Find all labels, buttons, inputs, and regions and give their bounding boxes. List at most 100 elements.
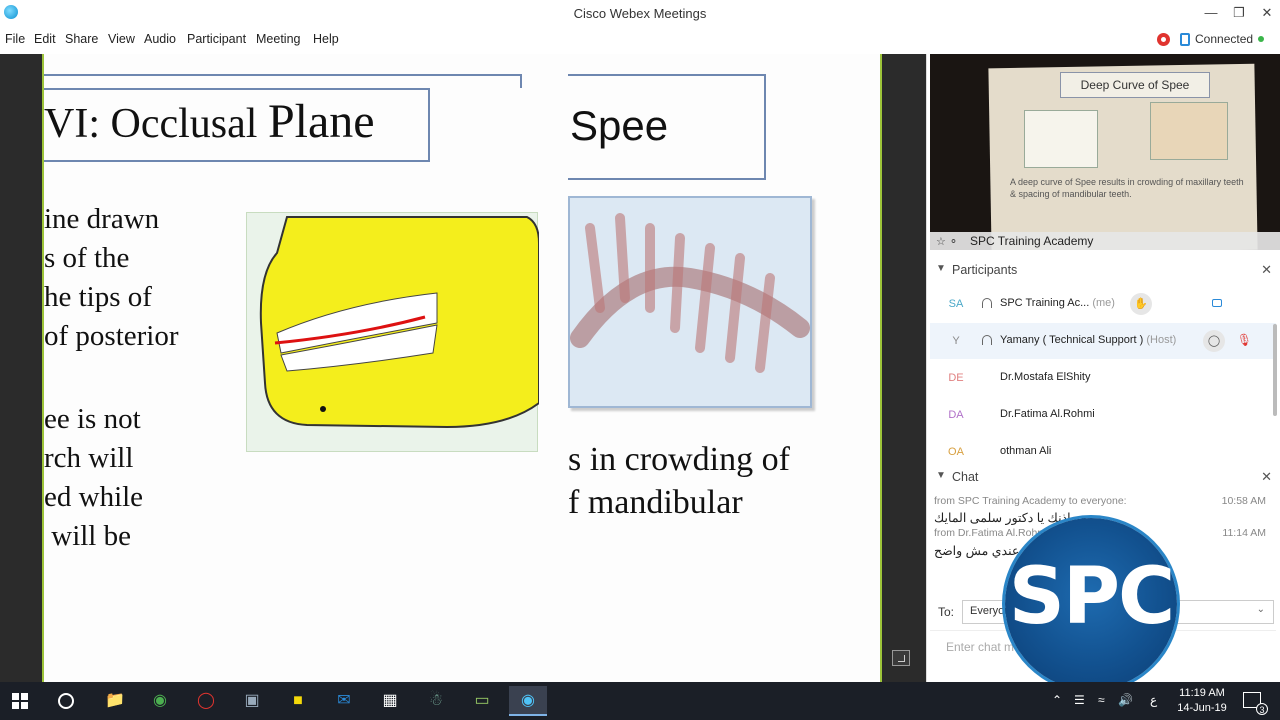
- spc-logo-text: SPC: [1008, 552, 1176, 642]
- language-indicator[interactable]: ع: [1150, 693, 1157, 707]
- slide-title-left: VI: Occlusal Plane: [44, 94, 375, 149]
- chevron-down-icon[interactable]: ▼: [936, 263, 946, 274]
- chat-message-time: 11:14 AM: [1222, 527, 1266, 539]
- close-button[interactable]: ✕: [1252, 2, 1280, 24]
- participant-name-text: SPC Training Ac...: [1000, 297, 1090, 309]
- participants-header[interactable]: ▼ Participants ✕: [930, 258, 1280, 282]
- connection-status: Connected: [1195, 32, 1254, 46]
- notes-app-icon[interactable]: ▭: [463, 686, 501, 716]
- menu-bar: File Edit Share View Audio Participant M…: [0, 28, 1280, 52]
- menu-meeting[interactable]: Meeting: [256, 32, 300, 46]
- calculator-icon[interactable]: ▦: [371, 686, 409, 716]
- chat-label: Chat: [952, 470, 979, 484]
- menu-share[interactable]: Share: [65, 32, 98, 46]
- video-participant-name: SPC Training Academy: [970, 234, 1094, 248]
- webex-taskbar-icon[interactable]: ◉: [509, 686, 547, 716]
- menu-help[interactable]: Help: [313, 32, 339, 46]
- app-icon[interactable]: ☃: [417, 686, 455, 716]
- spc-logo: SPC: [1005, 518, 1177, 690]
- participant-row[interactable]: DA Dr.Fatima Al.Rohmi: [930, 397, 1276, 433]
- network-icon[interactable]: ☰: [1074, 693, 1085, 707]
- avatar: Y: [952, 335, 960, 347]
- participant-name: Dr.Mostafa ElShity: [1000, 371, 1091, 383]
- action-center-icon[interactable]: 3: [1243, 692, 1268, 715]
- recording-icon[interactable]: [1157, 33, 1170, 46]
- slide-title-right: Spee: [570, 102, 669, 149]
- media-icon[interactable]: ▣: [233, 686, 271, 716]
- expand-icon[interactable]: [892, 650, 910, 666]
- chat-header[interactable]: ▼ Chat ✕: [930, 465, 1280, 489]
- raise-hand-icon[interactable]: ✋: [1130, 293, 1152, 315]
- minimize-button[interactable]: —: [1196, 2, 1226, 24]
- chat-bubble-icon[interactable]: ◯: [1203, 330, 1225, 352]
- file-explorer-icon[interactable]: 📁: [96, 686, 134, 716]
- menu-edit[interactable]: Edit: [34, 32, 56, 46]
- chevron-down-icon: ⌄: [1256, 604, 1265, 615]
- audio-icon: [982, 298, 992, 308]
- system-clock[interactable]: 11:19 AM 14-Jun-19: [1170, 686, 1234, 716]
- connection-dot-icon: [1258, 36, 1264, 42]
- volume-icon[interactable]: 🔊: [1118, 693, 1133, 707]
- cortana-icon[interactable]: [58, 693, 74, 709]
- participant-name: othman Ali: [1000, 445, 1052, 457]
- windows-start-icon[interactable]: [12, 693, 28, 709]
- clock-date: 14-Jun-19: [1177, 702, 1227, 714]
- teeth-curve-illustration: [568, 196, 812, 408]
- video-slide-title: Deep Curve of Spee: [1060, 72, 1210, 98]
- participant-role: (me): [1092, 297, 1115, 309]
- window-title: Cisco Webex Meetings: [573, 6, 707, 21]
- video-pic-teeth-front: [1024, 110, 1098, 168]
- participant-row[interactable]: OA othman Ali: [930, 434, 1276, 460]
- restore-button[interactable]: ❐: [1224, 2, 1254, 24]
- participant-row[interactable]: Y Yamany ( Technical Support ) (Host) ◯ …: [930, 323, 1276, 359]
- avatar: DE: [948, 372, 964, 384]
- chrome-icon[interactable]: ◉: [141, 686, 179, 716]
- chevron-down-icon[interactable]: ▼: [936, 470, 946, 481]
- pin-icon[interactable]: ☆ ⚬: [936, 235, 958, 248]
- menu-view[interactable]: View: [108, 32, 135, 46]
- close-icon[interactable]: ✕: [1261, 262, 1272, 278]
- participant-name-text: Yamany ( Technical Support ): [1000, 334, 1144, 346]
- tray-chevron-up-icon[interactable]: ⌃: [1052, 693, 1062, 707]
- title-bar: Cisco Webex Meetings — ❐ ✕: [0, 0, 1280, 28]
- notification-count: 3: [1256, 703, 1268, 715]
- jaw-illustration: [246, 212, 540, 452]
- participants-label: Participants: [952, 263, 1018, 277]
- menu-participant[interactable]: Participant: [187, 32, 246, 46]
- participant-row[interactable]: DE Dr.Mostafa ElShity: [930, 360, 1276, 396]
- close-icon[interactable]: ✕: [1261, 469, 1272, 485]
- slide-body-left-2: ee is not rch will ed while will be: [44, 403, 144, 552]
- chat-message-time: 10:58 AM: [1221, 495, 1266, 507]
- sticky-notes-icon[interactable]: ■: [279, 686, 317, 716]
- participant-row[interactable]: SA SPC Training Ac... (me) ✋: [930, 286, 1276, 322]
- connection-icon: [1180, 33, 1190, 46]
- menu-file[interactable]: File: [5, 32, 25, 46]
- wifi-icon[interactable]: ≈: [1098, 693, 1105, 707]
- chat-message-meta: from SPC Training Academy to everyone:: [934, 495, 1127, 507]
- video-camera-icon[interactable]: [1212, 299, 1222, 307]
- menu-audio[interactable]: Audio: [144, 32, 176, 46]
- slide-title-left-big: Plane: [267, 95, 375, 148]
- video-slide-text: A deep curve of Spee results in crowding…: [1010, 177, 1244, 199]
- video-name-bar: ☆ ⚬ SPC Training Academy: [930, 232, 1280, 250]
- slide-title-left-prefix: VI: Occlusal: [44, 101, 268, 147]
- participant-name: Dr.Fatima Al.Rohmi: [1000, 408, 1095, 420]
- avatar: DA: [948, 409, 964, 421]
- outlook-icon[interactable]: ✉: [325, 686, 363, 716]
- muted-mic-icon[interactable]: 🎙: [1237, 333, 1252, 347]
- participant-name: SPC Training Ac... (me): [1000, 297, 1115, 309]
- avatar: SA: [948, 298, 964, 310]
- opera-icon[interactable]: ◯: [187, 686, 225, 716]
- avatar: OA: [948, 446, 964, 458]
- participants-scrollbar[interactable]: [1273, 324, 1277, 416]
- slide-title-frame: [44, 74, 522, 88]
- taskbar: 📁 ◉ ◯ ▣ ■ ✉ ▦ ☃ ▭ ◉ ⌃ ☰ ≈ 🔊 ع 11:19 AM 1…: [0, 682, 1280, 720]
- participant-name: Yamany ( Technical Support ) (Host): [1000, 334, 1176, 346]
- shared-slide: VI: Occlusal Plane Spee ine drawn s of t…: [42, 54, 882, 682]
- clock-time: 11:19 AM: [1179, 687, 1225, 699]
- slide-body-right: s in crowding of f mandibular: [568, 441, 790, 521]
- video-pic-teeth-side: [1150, 102, 1228, 160]
- participant-role: (Host): [1146, 334, 1177, 346]
- slide-body-left-1: ine drawn s of the he tips of of posteri…: [44, 203, 179, 352]
- video-feed[interactable]: Deep Curve of Spee A deep curve of Spee …: [930, 54, 1280, 250]
